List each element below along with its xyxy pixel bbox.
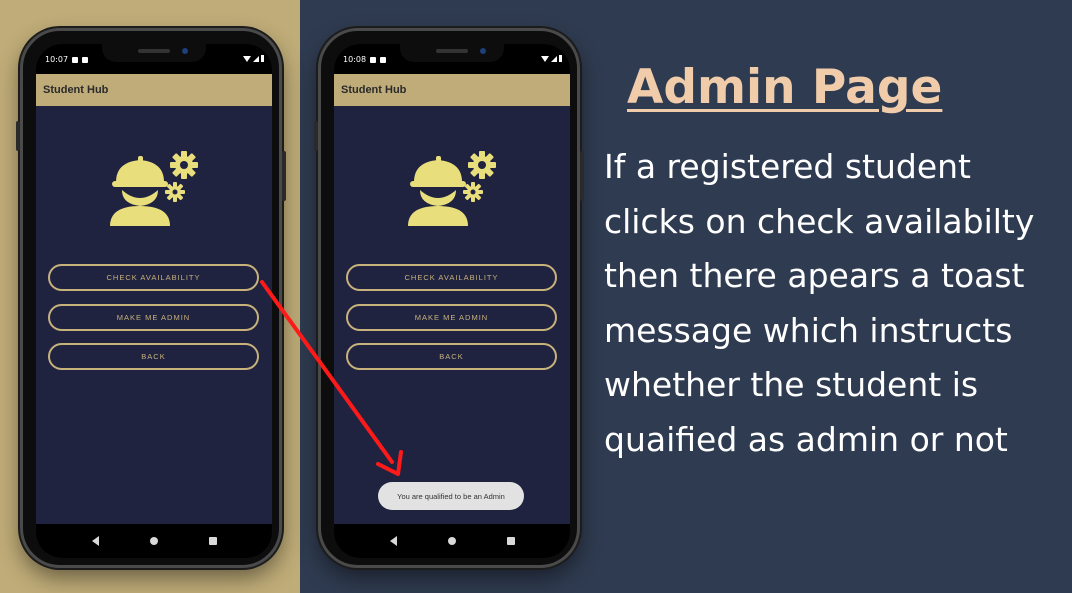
phone-notch [102, 44, 206, 62]
description-line: quaified as admin or not [604, 419, 1008, 459]
description-line: clicks on check availabilty [604, 201, 1035, 241]
phone-mockup-before: 10:07 Student Hub CHECK AVAILABILITY MAK… [16, 28, 286, 568]
home-icon[interactable] [447, 537, 456, 545]
notification-icon [370, 56, 377, 63]
phone-notch [400, 44, 504, 62]
battery-icon [261, 55, 264, 62]
back-icon[interactable] [389, 536, 397, 546]
wifi-icon [541, 55, 549, 62]
phone-screen: 10:08 Student Hub CHECK AVAILABILITY MAK… [334, 44, 570, 558]
phone-side-button [282, 151, 286, 201]
status-time: 10:07 [45, 55, 69, 64]
make-me-admin-button[interactable]: MAKE ME ADMIN [48, 304, 259, 331]
notification-icon [72, 56, 79, 63]
check-availability-button[interactable]: CHECK AVAILABILITY [346, 264, 557, 291]
phone-side-button [16, 121, 20, 151]
wifi-icon [243, 55, 251, 62]
app-bar-title: Student Hub [334, 74, 570, 106]
lock-icon [380, 56, 387, 63]
back-icon[interactable] [91, 536, 99, 546]
signal-icon [253, 55, 259, 62]
worker-with-gears-icon [110, 151, 198, 226]
speaker-grille [436, 49, 468, 53]
description-line: then there apears a toast [604, 256, 1025, 295]
recents-icon[interactable] [208, 537, 217, 545]
back-button[interactable]: BACK [346, 343, 557, 370]
navigation-bar [36, 524, 272, 558]
description-line: whether the student is [604, 365, 979, 404]
phone-mockup-after: 10:08 Student Hub CHECK AVAILABILITY MAK… [314, 28, 584, 568]
front-camera-icon [182, 48, 188, 54]
worker-with-gears-icon [408, 151, 496, 226]
signal-icon [551, 55, 557, 62]
description-line: message which instructs [604, 310, 1013, 350]
home-icon[interactable] [149, 537, 158, 545]
toast-message: You are qualified to be an Admin [378, 482, 524, 510]
phone-side-button [314, 121, 318, 151]
app-bar-title: Student Hub [36, 74, 272, 106]
recents-icon[interactable] [506, 537, 515, 545]
description-line: If a registered student [604, 147, 971, 186]
phone-side-button [580, 151, 584, 201]
battery-icon [559, 55, 562, 62]
navigation-bar [334, 524, 570, 558]
phone-screen: 10:07 Student Hub CHECK AVAILABILITY MAK… [36, 44, 272, 558]
slide-title: Admin Page [627, 60, 943, 115]
status-time: 10:08 [343, 55, 367, 64]
slide-description: If a registered student clicks on check … [604, 140, 1072, 467]
front-camera-icon [480, 48, 486, 54]
lock-icon [82, 56, 89, 63]
back-button[interactable]: BACK [48, 343, 259, 370]
speaker-grille [138, 49, 170, 53]
make-me-admin-button[interactable]: MAKE ME ADMIN [346, 304, 557, 331]
check-availability-button[interactable]: CHECK AVAILABILITY [48, 264, 259, 291]
